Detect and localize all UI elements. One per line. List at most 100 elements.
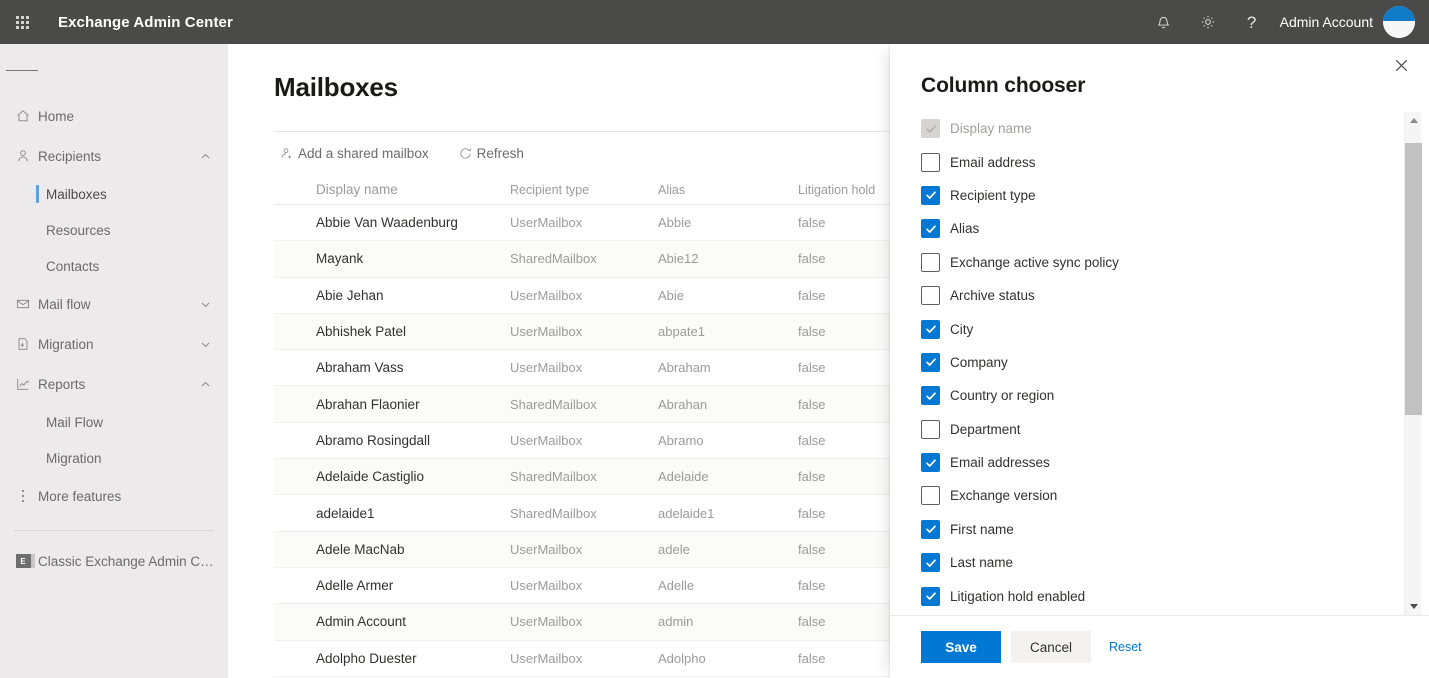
sidebar-item-home[interactable]: Home: [0, 96, 228, 136]
avatar[interactable]: [1383, 6, 1415, 38]
column-option-label: Email addresses: [950, 455, 1050, 471]
sidebar-item-migration[interactable]: Migration: [0, 324, 228, 364]
close-icon: [1395, 59, 1408, 77]
cell-display-name: Abrahan Flaonier: [316, 396, 420, 412]
column-option-exchange-active-sync-policy[interactable]: Exchange active sync policy: [921, 246, 1429, 279]
cell-display-name: Abbie Van Waadenburg: [316, 215, 458, 231]
sidebar-divider: [14, 530, 214, 531]
column-option-display-name: Display name: [921, 112, 1429, 145]
column-option-archive-status[interactable]: Archive status: [921, 279, 1429, 312]
column-option-alias[interactable]: Alias: [921, 212, 1429, 245]
checkbox-icon[interactable]: [921, 185, 940, 205]
column-header-alias[interactable]: Alias: [650, 183, 790, 197]
nav-collapse-button[interactable]: [0, 50, 44, 90]
reset-button[interactable]: Reset: [1103, 640, 1148, 654]
sidebar-item-label: Home: [38, 108, 75, 124]
cell-recipient-type: UserMailbox: [510, 614, 583, 630]
sidebar-item-recipients[interactable]: Recipients: [0, 136, 228, 176]
cell-display-name: Abhishek Patel: [316, 324, 407, 340]
cancel-button[interactable]: Cancel: [1011, 631, 1091, 663]
column-chooser-panel: Column chooser Display name Email address…: [890, 44, 1429, 678]
cell-display-name: adelaide1: [316, 505, 375, 521]
cell-recipient-type: UserMailbox: [510, 324, 583, 340]
cell-alias: Abraham: [658, 360, 711, 376]
add-shared-mailbox-button[interactable]: Add a shared mailbox: [274, 138, 439, 170]
account-name[interactable]: Admin Account: [1274, 14, 1383, 30]
cell-alias: adelaide1: [658, 505, 715, 521]
notifications-button[interactable]: [1142, 0, 1186, 44]
chevron-up-icon[interactable]: [196, 379, 214, 390]
cell-recipient-type: UserMailbox: [510, 360, 583, 376]
column-option-company[interactable]: Company: [921, 346, 1429, 379]
panel-scrollbar[interactable]: [1404, 112, 1422, 615]
sidebar-item-contacts[interactable]: Contacts: [0, 248, 228, 284]
chevron-down-icon[interactable]: [196, 299, 214, 310]
column-option-country-or-region[interactable]: Country or region: [921, 379, 1429, 412]
panel-body: Display name Email address Recipient type A…: [890, 112, 1429, 615]
chevron-down-icon[interactable]: [196, 339, 214, 350]
cell-recipient-type: UserMailbox: [510, 287, 583, 303]
checkbox-icon[interactable]: [921, 553, 940, 573]
column-option-label: Archive status: [950, 288, 1035, 304]
sidebar-subitem-label: Mail Flow: [46, 414, 104, 430]
triangle-down-icon: [1409, 604, 1418, 609]
scroll-down-button[interactable]: [1405, 598, 1422, 615]
column-option-first-name[interactable]: First name: [921, 513, 1429, 546]
checkbox-icon[interactable]: [921, 152, 940, 172]
checkbox-icon[interactable]: [921, 519, 940, 539]
column-option-email-address[interactable]: Email address: [921, 145, 1429, 178]
checkbox-icon[interactable]: [921, 252, 940, 272]
sidebar-item-reports[interactable]: Reports: [0, 364, 228, 404]
sidebar-item-classic-eac[interactable]: E Classic Exchange Admin Cent...: [0, 541, 228, 581]
sidebar-item-reports-migration[interactable]: Migration: [0, 440, 228, 476]
scrollbar-thumb[interactable]: [1405, 143, 1422, 416]
sidebar: Home Recipients Mailboxes Resources Cont…: [0, 44, 228, 678]
column-option-exchange-version[interactable]: Exchange version: [921, 479, 1429, 512]
chart-icon: [8, 364, 38, 404]
cell-recipient-type: SharedMailbox: [510, 251, 597, 267]
settings-button[interactable]: [1186, 0, 1230, 44]
checkbox-icon[interactable]: [921, 486, 940, 506]
checkbox-icon[interactable]: [921, 386, 940, 406]
column-option-recipient-type[interactable]: Recipient type: [921, 179, 1429, 212]
cell-alias: Abie: [658, 287, 685, 303]
column-header-recipient-type[interactable]: Recipient type: [502, 183, 650, 197]
cell-display-name: Adele MacNab: [316, 541, 405, 557]
checkbox-icon[interactable]: [921, 286, 940, 306]
column-option-label: Exchange active sync policy: [950, 254, 1119, 270]
column-option-department[interactable]: Department: [921, 413, 1429, 446]
gear-icon: [1199, 13, 1217, 31]
checkbox-icon[interactable]: [921, 586, 940, 606]
column-option-label: Alias: [950, 221, 980, 237]
app-launcher-button[interactable]: [0, 0, 44, 44]
panel-footer: Save Cancel Reset: [890, 615, 1429, 678]
column-header-display-name[interactable]: Display name: [274, 182, 502, 197]
column-option-last-name[interactable]: Last name: [921, 546, 1429, 579]
checkbox-icon[interactable]: [921, 219, 940, 239]
scroll-up-button[interactable]: [1405, 112, 1422, 129]
help-button[interactable]: ?: [1230, 0, 1274, 44]
column-option-city[interactable]: City: [921, 312, 1429, 345]
save-button[interactable]: Save: [921, 631, 1001, 663]
cell-alias: Abbie: [658, 215, 692, 231]
chevron-up-icon[interactable]: [196, 151, 214, 162]
checkbox-icon[interactable]: [921, 319, 940, 339]
sidebar-item-more-features[interactable]: More features: [0, 476, 228, 516]
close-panel-button[interactable]: [1381, 48, 1421, 88]
cell-display-name: Adelaide Castiglio: [316, 469, 425, 485]
cell-display-name: Adelle Armer: [316, 578, 394, 594]
cell-recipient-type: SharedMailbox: [510, 469, 597, 485]
cell-recipient-type: UserMailbox: [510, 541, 583, 557]
column-option-litigation-hold-enabled[interactable]: Litigation hold enabled: [921, 579, 1429, 612]
sidebar-item-mailboxes[interactable]: Mailboxes: [0, 176, 228, 212]
cell-recipient-type: UserMailbox: [510, 650, 583, 666]
sidebar-item-mail-flow[interactable]: Mail flow: [0, 284, 228, 324]
checkbox-icon[interactable]: [921, 453, 940, 473]
sidebar-item-reports-mail-flow[interactable]: Mail Flow: [0, 404, 228, 440]
refresh-button[interactable]: Refresh: [453, 138, 534, 170]
suite-title: Exchange Admin Center: [58, 13, 233, 31]
sidebar-item-resources[interactable]: Resources: [0, 212, 228, 248]
checkbox-icon[interactable]: [921, 352, 940, 372]
column-option-email-addresses[interactable]: Email addresses: [921, 446, 1429, 479]
checkbox-icon[interactable]: [921, 419, 940, 439]
